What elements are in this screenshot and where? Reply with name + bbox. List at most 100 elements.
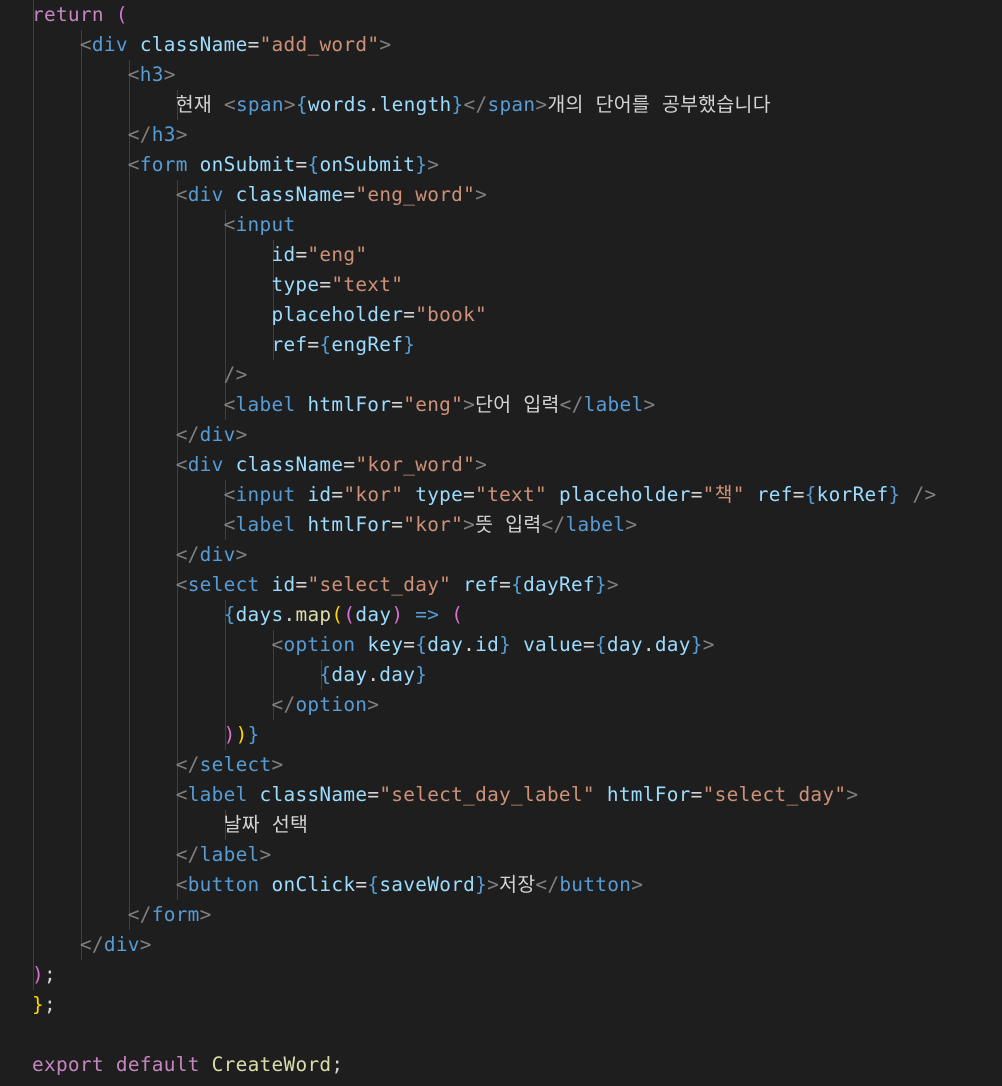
code-token: } [32,993,44,1016]
code-token: . [463,633,476,656]
code-line[interactable]: <button onClick={saveWord}>저장</button> [32,870,643,900]
code-token: = [307,333,320,356]
code-token: key [367,633,404,656]
code-line[interactable]: </option> [32,690,379,720]
code-line[interactable]: id="eng" [32,240,367,270]
code-line[interactable]: export default CreateWord; [32,1050,343,1080]
code-token: } [475,873,488,896]
code-line[interactable]: ))} [32,720,260,750]
code-line[interactable]: </div> [32,540,248,570]
code-token: "select_day" [702,783,847,806]
code-line[interactable]: </h3> [32,120,188,150]
code-token: . [283,603,296,626]
code-line[interactable]: <input [32,210,296,240]
code-token: span [235,93,284,116]
code-token: span [487,93,536,116]
code-token: < [175,573,188,596]
code-token: </ [175,543,200,566]
code-token: { [295,93,308,116]
code-token: ) [32,963,44,986]
code-line[interactable]: <label htmlFor="eng">단어 입력</label> [32,390,656,420]
code-line[interactable]: placeholder="book" [32,300,487,330]
code-token: id [271,243,296,266]
code-line[interactable]: </select> [32,750,284,780]
code-token: > [367,693,380,716]
code-line[interactable]: <div className="add_word"> [32,30,391,60]
code-line[interactable]: </form> [32,900,212,930]
code-line[interactable]: <div className="eng_word"> [32,180,487,210]
code-line[interactable]: </div> [32,420,248,450]
code-token: . [367,663,380,686]
code-token: > [487,873,500,896]
code-line[interactable]: <h3> [32,60,176,90]
code-line[interactable]: {day.day} [32,660,427,690]
code-line[interactable]: <input id="kor" type="text" placeholder=… [32,480,937,510]
code-token: className [235,453,344,476]
code-token: ; [43,963,56,986]
code-token: "select_day" [307,573,452,596]
code-token: id [475,633,500,656]
code-token: label [565,513,626,536]
code-token: "kor_word" [355,453,476,476]
code-token: "add_word" [259,33,380,56]
code-token: > [283,93,296,116]
code-line[interactable]: 현재 <span>{words.length}</span>개의 단어를 공부했… [32,90,771,120]
code-token: > [271,753,284,776]
code-line[interactable]: <div className="kor_word"> [32,450,487,480]
code-line[interactable]: return ( [32,0,128,30]
code-token: /> [223,363,248,386]
code-token: days [235,603,284,626]
code-line[interactable]: <label className="select_day_label" html… [32,780,858,810]
code-token: length [379,93,452,116]
code-line[interactable]: ); [32,960,56,990]
code-token: </ [127,903,152,926]
code-line[interactable]: </label> [32,840,272,870]
code-token: onClick [271,873,356,896]
code-line[interactable]: <form onSubmit={onSubmit}> [32,150,439,180]
code-token: day [379,663,416,686]
code-line[interactable]: 날짜 선택 [32,810,308,840]
code-token: = [319,273,332,296]
code-line[interactable]: /> [32,360,248,390]
code-line[interactable]: }; [32,990,56,1020]
code-token: htmlFor [307,513,392,536]
code-token: div [91,33,128,56]
code-token: > [475,453,488,476]
code-line[interactable]: {days.map((day) => ( [32,600,463,630]
code-token: </ [175,753,200,776]
code-token: > [631,873,644,896]
code-line[interactable]: <label htmlFor="kor">뜻 입력</label> [32,510,637,540]
code-line[interactable]: type="text" [32,270,403,300]
code-line[interactable]: <select id="select_day" ref={dayRef}> [32,570,619,600]
code-token: } [415,663,428,686]
code-token: 저장 [499,873,536,896]
code-token: "eng_word" [355,183,476,206]
code-token: } [451,93,464,116]
code-token: ) [223,723,236,746]
code-token: > [235,543,248,566]
code-token: button [559,873,632,896]
code-token: = [295,153,308,176]
code-line[interactable]: </div> [32,930,152,960]
code-token: /> [912,483,937,506]
code-editor[interactable]: return ( <div className="add_word"> <h3>… [0,0,1002,1086]
code-token: div [103,933,140,956]
code-token: ; [331,1053,344,1076]
code-line[interactable]: ref={engRef} [32,330,415,360]
code-token: day [331,663,368,686]
code-line[interactable]: <option key={day.id} value={day.day}> [32,630,715,660]
